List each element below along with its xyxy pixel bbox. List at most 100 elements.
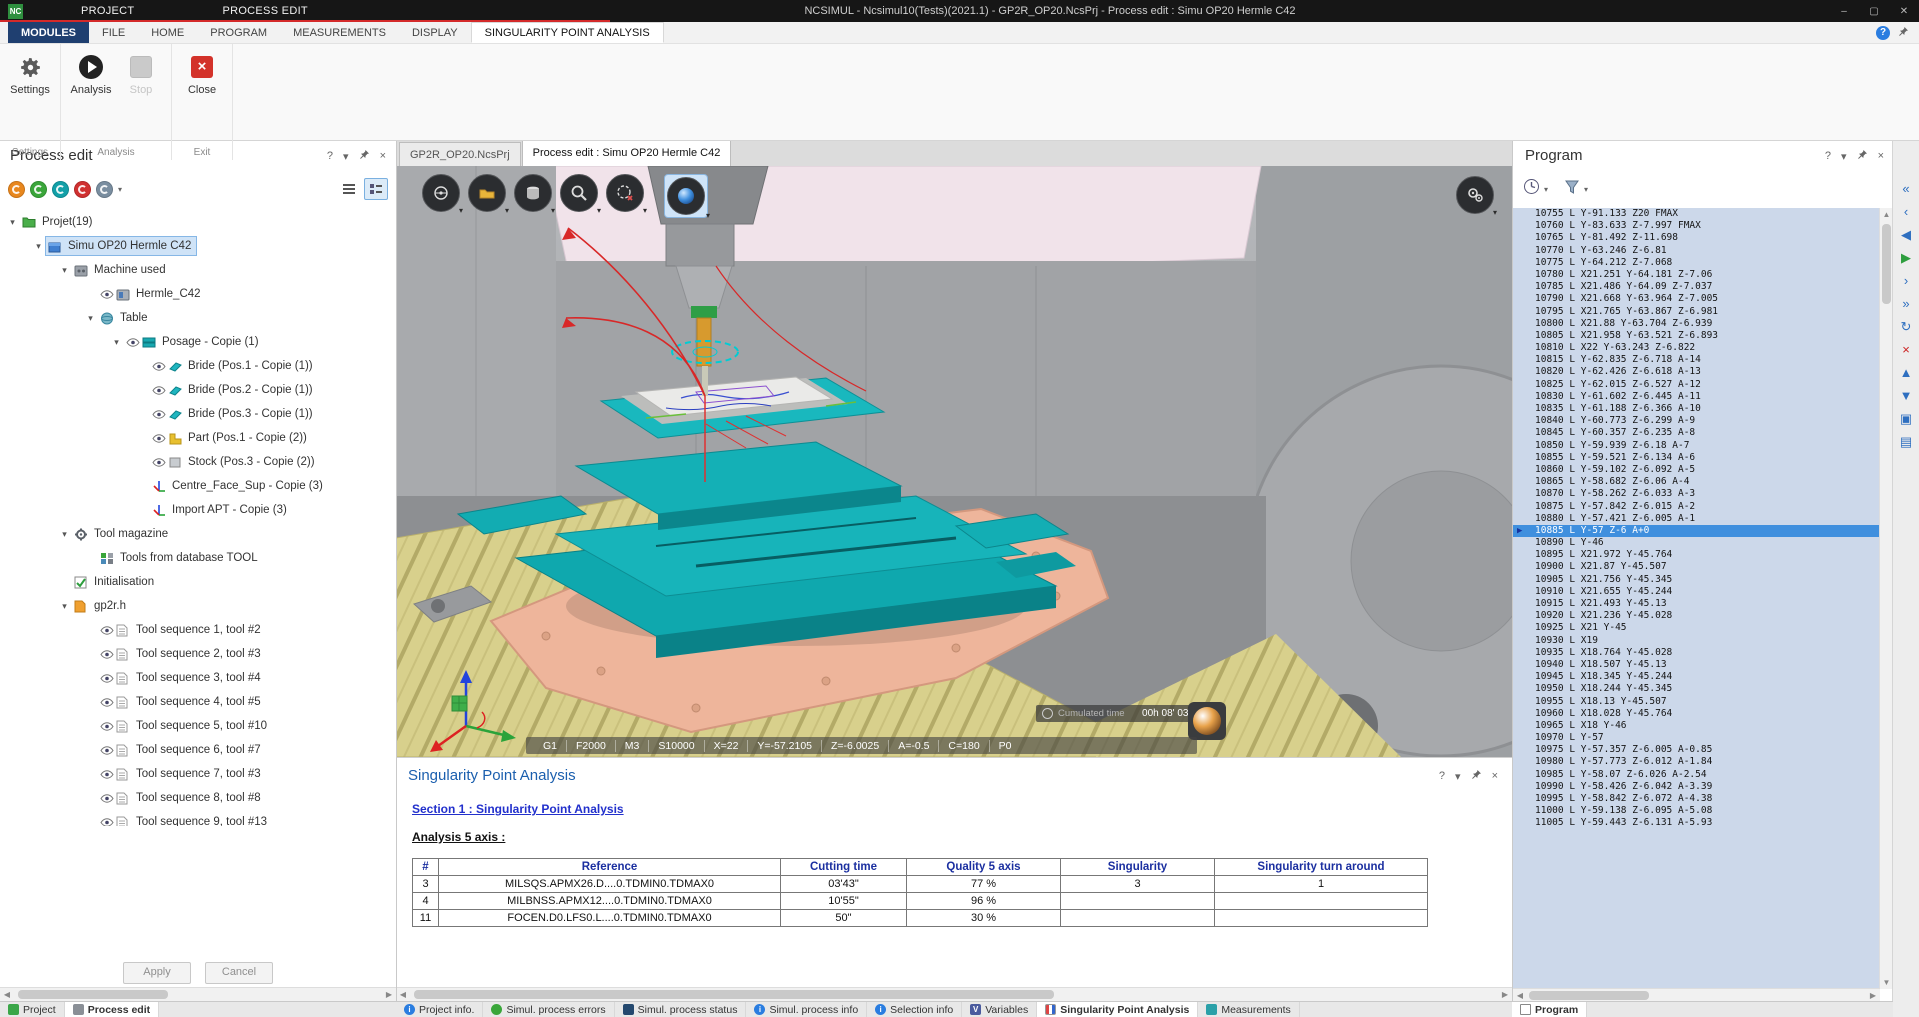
status-tab-variables[interactable]: VVariables <box>962 1002 1037 1017</box>
go-previous-icon[interactable]: ‹ <box>1904 205 1908 219</box>
status-tab-measurements[interactable]: Measurements <box>1198 1002 1299 1017</box>
expander-icon[interactable]: ▾ <box>110 337 123 348</box>
visibility-eye-icon[interactable] <box>100 698 116 707</box>
filter-icon[interactable] <box>1564 179 1580 200</box>
menu-tab-project[interactable]: PROJECT <box>37 0 178 22</box>
expander-icon[interactable]: ▾ <box>6 217 19 228</box>
visibility-eye-icon[interactable] <box>100 650 116 659</box>
expander-icon[interactable]: ▾ <box>58 601 71 612</box>
process-panel-hscrollbar[interactable]: ◀ ▶ <box>0 987 396 1002</box>
tree-item-stock-pos-3-copie-2[interactable]: Stock (Pos.3 - Copie (2)) <box>0 450 396 474</box>
chevron-down-icon[interactable]: ▾ <box>118 185 122 194</box>
visibility-eye-icon[interactable] <box>152 386 168 395</box>
expander-icon[interactable]: ▾ <box>58 529 71 540</box>
program-line[interactable]: 10855 L Y-59.521 Z-6.134 A-6 <box>1513 452 1880 464</box>
chevron-down-icon[interactable]: ▾ <box>505 206 509 215</box>
scroll-thumb[interactable] <box>1882 224 1891 304</box>
program-line[interactable]: 10830 L Y-61.602 Z-6.445 A-11 <box>1513 391 1880 403</box>
close-button[interactable]: ×Close <box>180 47 224 144</box>
tree-item-tool-sequence-3-tool-4[interactable]: Tool sequence 3, tool #4 <box>0 666 396 690</box>
scroll-thumb[interactable] <box>18 990 168 999</box>
program-line[interactable]: 10965 L X18 Y-46 <box>1513 720 1880 732</box>
close-icon[interactable]: × <box>1492 770 1498 782</box>
scroll-thumb[interactable] <box>414 990 1054 999</box>
close-icon[interactable]: × <box>1878 150 1884 162</box>
scroll-left-icon[interactable]: ◀ <box>0 988 14 1001</box>
program-line[interactable]: 10895 L X21.972 Y-45.764 <box>1513 549 1880 561</box>
help-icon[interactable]: ? <box>1876 26 1890 40</box>
close-window-icon[interactable]: ✕ <box>1889 0 1919 22</box>
tree-item-simu-op20-hermle-c42[interactable]: ▾Simu OP20 Hermle C42 <box>0 234 396 258</box>
program-line[interactable]: 10890 L Y-46 <box>1513 537 1880 549</box>
doc-tab-gp2r-op20-ncsprj[interactable]: GP2R_OP20.NcsPrj <box>399 142 521 166</box>
program-line[interactable]: 10990 L Y-58.426 Z-6.042 A-3.39 <box>1513 781 1880 793</box>
panel-help-icon[interactable]: ? <box>327 150 333 162</box>
program-line[interactable]: 10970 L Y-57 <box>1513 732 1880 744</box>
program-line[interactable]: 10920 L X21.236 Y-45.028 <box>1513 610 1880 622</box>
expander-icon[interactable]: ▾ <box>58 265 71 276</box>
visibility-eye-icon[interactable] <box>152 434 168 443</box>
status-tab-selection-info[interactable]: iSelection info <box>867 1002 962 1017</box>
program-line[interactable]: 10955 L X18.13 Y-45.507 <box>1513 696 1880 708</box>
visibility-eye-icon[interactable] <box>100 770 116 779</box>
program-line[interactable]: 10950 L X18.244 Y-45.345 <box>1513 683 1880 695</box>
play-forward-icon[interactable]: ▶ <box>1901 251 1911 265</box>
scroll-thumb[interactable] <box>1529 991 1649 1000</box>
tree-item-posage-copie-1[interactable]: ▾Posage - Copie (1) <box>0 330 396 354</box>
tree-item-tool-sequence-6-tool-7[interactable]: Tool sequence 6, tool #7 <box>0 738 396 762</box>
program-line[interactable]: 10780 L X21.251 Y-64.181 Z-7.06 <box>1513 269 1880 281</box>
view-orientation-button[interactable] <box>1188 702 1226 740</box>
stock-database-button[interactable]: ▾ <box>514 174 552 212</box>
panel-help-icon[interactable]: ? <box>1439 770 1445 782</box>
program-line[interactable]: 10825 L Y-62.015 Z-6.527 A-12 <box>1513 379 1880 391</box>
program-hscrollbar[interactable]: ◀ ▶ <box>1513 988 1880 1002</box>
nc-code-green-icon[interactable] <box>30 181 47 198</box>
expand-down-icon[interactable]: ▼ <box>1900 389 1913 403</box>
pin-icon[interactable] <box>1857 149 1868 163</box>
program-line[interactable]: 10870 L Y-58.262 Z-6.033 A-3 <box>1513 488 1880 500</box>
ribbon-tab-display[interactable]: DISPLAY <box>399 22 471 43</box>
shaded-view-button[interactable]: ▾ <box>664 174 708 218</box>
viewport-hscrollbar[interactable]: ◀ ▶ <box>396 987 1512 1002</box>
tree-item-table[interactable]: ▾Table <box>0 306 396 330</box>
status-tab-singularity-point-analysis[interactable]: Singularity Point Analysis <box>1037 1002 1198 1017</box>
pin-icon[interactable] <box>359 149 370 163</box>
open-folder-button[interactable]: ▾ <box>468 174 506 212</box>
tree-item-tool-sequence-9-tool-13[interactable]: Tool sequence 9, tool #13 <box>0 810 396 826</box>
program-line[interactable]: 10800 L X21.88 Y-63.704 Z-6.939 <box>1513 318 1880 330</box>
tree-item-hermle-c42[interactable]: Hermle_C42 <box>0 282 396 306</box>
settings-button[interactable]: Settings <box>8 47 52 144</box>
program-line[interactable]: 10760 L Y-83.633 Z-7.997 FMAX <box>1513 220 1880 232</box>
pin-icon[interactable] <box>1898 26 1909 40</box>
zoom-clear-button[interactable]: ▾ <box>606 174 644 212</box>
step-forward-icon[interactable]: › <box>1904 274 1908 288</box>
tree-item-projet-19[interactable]: ▾Projet(19) <box>0 210 396 234</box>
program-line[interactable]: 10785 L X21.486 Y-64.09 Z-7.037 <box>1513 281 1880 293</box>
cancel-button[interactable]: Cancel <box>205 962 273 984</box>
chevron-down-icon[interactable]: ▾ <box>1493 208 1497 217</box>
analysis-button[interactable]: Analysis <box>69 47 113 144</box>
tree-item-gp2r-h[interactable]: ▾gp2r.h <box>0 594 396 618</box>
collapse-up-icon[interactable]: ▲ <box>1900 366 1913 380</box>
visibility-eye-icon[interactable] <box>100 626 116 635</box>
program-line[interactable]: 10930 L X19 <box>1513 635 1880 647</box>
status-tab-simul-process-info[interactable]: iSimul. process info <box>746 1002 867 1017</box>
stop-button[interactable]: Stop <box>119 47 163 144</box>
table-row[interactable]: 3MILSQS.APMX26.D....0.TDMIN0.TDMAX003'43… <box>413 876 1428 893</box>
go-last-icon[interactable]: » <box>1902 297 1909 311</box>
program-line[interactable]: 10805 L X21.958 Y-63.521 Z-6.893 <box>1513 330 1880 342</box>
3d-viewport[interactable]: ▾▾▾▾▾▾ ▾ Cumulated time 00h 08' 03" G1F2… <box>396 166 1512 757</box>
visibility-eye-icon[interactable] <box>152 410 168 419</box>
status-tab-project[interactable]: Project <box>0 1002 65 1017</box>
ribbon-tab-singularity-point-analysis[interactable]: SINGULARITY POINT ANALYSIS <box>471 22 664 43</box>
maximize-window-icon[interactable]: ▢ <box>1859 0 1889 22</box>
program-line[interactable]: 10905 L X21.756 Y-45.345 <box>1513 574 1880 586</box>
expander-icon[interactable]: ▾ <box>84 313 97 324</box>
program-line[interactable]: 10815 L Y-62.835 Z-6.718 A-14 <box>1513 354 1880 366</box>
program-line[interactable]: 10770 L Y-63.246 Z-6.81 <box>1513 245 1880 257</box>
visibility-eye-icon[interactable] <box>100 794 116 803</box>
program-line[interactable]: 10940 L X18.507 Y-45.13 <box>1513 659 1880 671</box>
doc-tab-process-edit-simu-op20-hermle-c42[interactable]: Process edit : Simu OP20 Hermle C42 <box>522 139 732 167</box>
program-line[interactable]: 10960 L X18.028 Y-45.764 <box>1513 708 1880 720</box>
chevron-down-icon[interactable]: ▾ <box>1841 150 1847 163</box>
